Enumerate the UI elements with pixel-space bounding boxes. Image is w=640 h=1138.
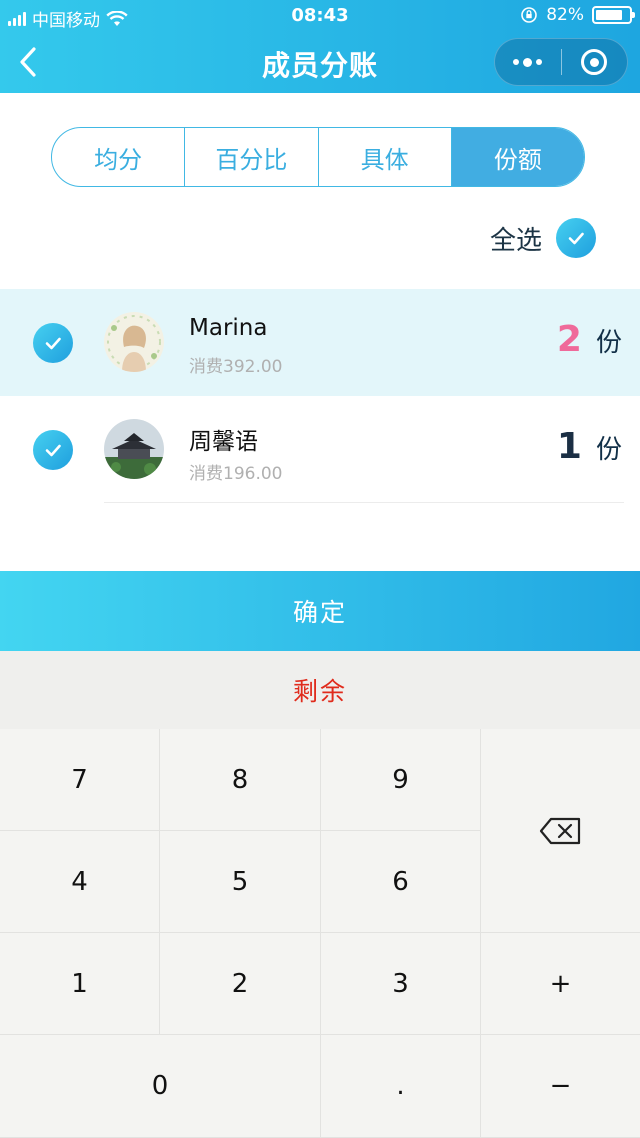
key-3[interactable]: 3: [321, 933, 480, 1034]
target-circle-icon: [581, 49, 608, 75]
battery-icon: [592, 6, 635, 24]
avatar: [104, 419, 164, 479]
check-icon: [556, 218, 596, 258]
key-7[interactable]: 7: [0, 729, 159, 830]
key-minus[interactable]: −: [481, 1035, 640, 1137]
row-divider: [104, 502, 624, 503]
header: 中国移动 08:43 82% 成员分账: [0, 0, 640, 93]
select-all-label: 全选: [489, 225, 542, 256]
delete-key[interactable]: [481, 729, 640, 932]
share-count: 1: [556, 426, 582, 467]
check-icon[interactable]: [33, 323, 73, 363]
tab-specific[interactable]: 具体: [317, 128, 451, 186]
battery-fill: [596, 10, 623, 20]
check-icon[interactable]: [33, 430, 73, 470]
member-row[interactable]: 周馨语 消费196.00 1 份: [0, 396, 640, 503]
key-8[interactable]: 8: [160, 729, 320, 830]
confirm-button[interactable]: 确定: [0, 571, 640, 651]
tab-shares[interactable]: 份额: [450, 128, 584, 186]
share-count: 2: [556, 319, 582, 360]
key-dot[interactable]: .: [321, 1035, 480, 1137]
member-name: Marina: [189, 315, 268, 341]
backspace-icon: [539, 817, 580, 844]
more-dots-icon: [513, 57, 543, 67]
more-button[interactable]: [495, 39, 561, 85]
share-unit: 份: [595, 328, 622, 358]
numeric-keypad: 7 8 9 4 5 6 1 2 3 + 0 . −: [0, 729, 640, 1138]
key-2[interactable]: 2: [160, 933, 320, 1034]
key-1[interactable]: 1: [0, 933, 159, 1034]
mini-program-capsule: [494, 38, 628, 86]
avatar: [104, 312, 164, 372]
battery-percent: 82%: [546, 5, 584, 25]
tab-percentage[interactable]: 百分比: [184, 128, 317, 186]
close-button[interactable]: [562, 39, 628, 85]
member-spend: 消费392.00: [189, 357, 283, 377]
share-value[interactable]: 2 份: [557, 319, 622, 360]
rotation-lock-icon: [521, 7, 538, 23]
key-4[interactable]: 4: [0, 831, 159, 932]
split-mode-tabs: 均分 百分比 具体 份额: [51, 127, 585, 187]
share-unit: 份: [595, 435, 622, 465]
key-0[interactable]: 0: [0, 1035, 320, 1137]
status-right: 82%: [520, 5, 635, 25]
key-5[interactable]: 5: [160, 831, 320, 932]
status-bar: 中国移动 08:43 82%: [0, 0, 640, 34]
key-9[interactable]: 9: [321, 729, 480, 830]
select-all-toggle[interactable]: 全选: [490, 218, 596, 258]
share-value[interactable]: 1 份: [557, 426, 622, 467]
member-name: 周馨语: [189, 429, 258, 455]
key-plus[interactable]: +: [481, 933, 640, 1034]
remaining-label: 剩余: [0, 651, 640, 729]
member-spend: 消费196.00: [189, 464, 283, 484]
key-6[interactable]: 6: [321, 831, 480, 932]
member-row[interactable]: Marina 消费392.00 2 份: [0, 289, 640, 396]
tab-equal[interactable]: 均分: [52, 128, 184, 186]
